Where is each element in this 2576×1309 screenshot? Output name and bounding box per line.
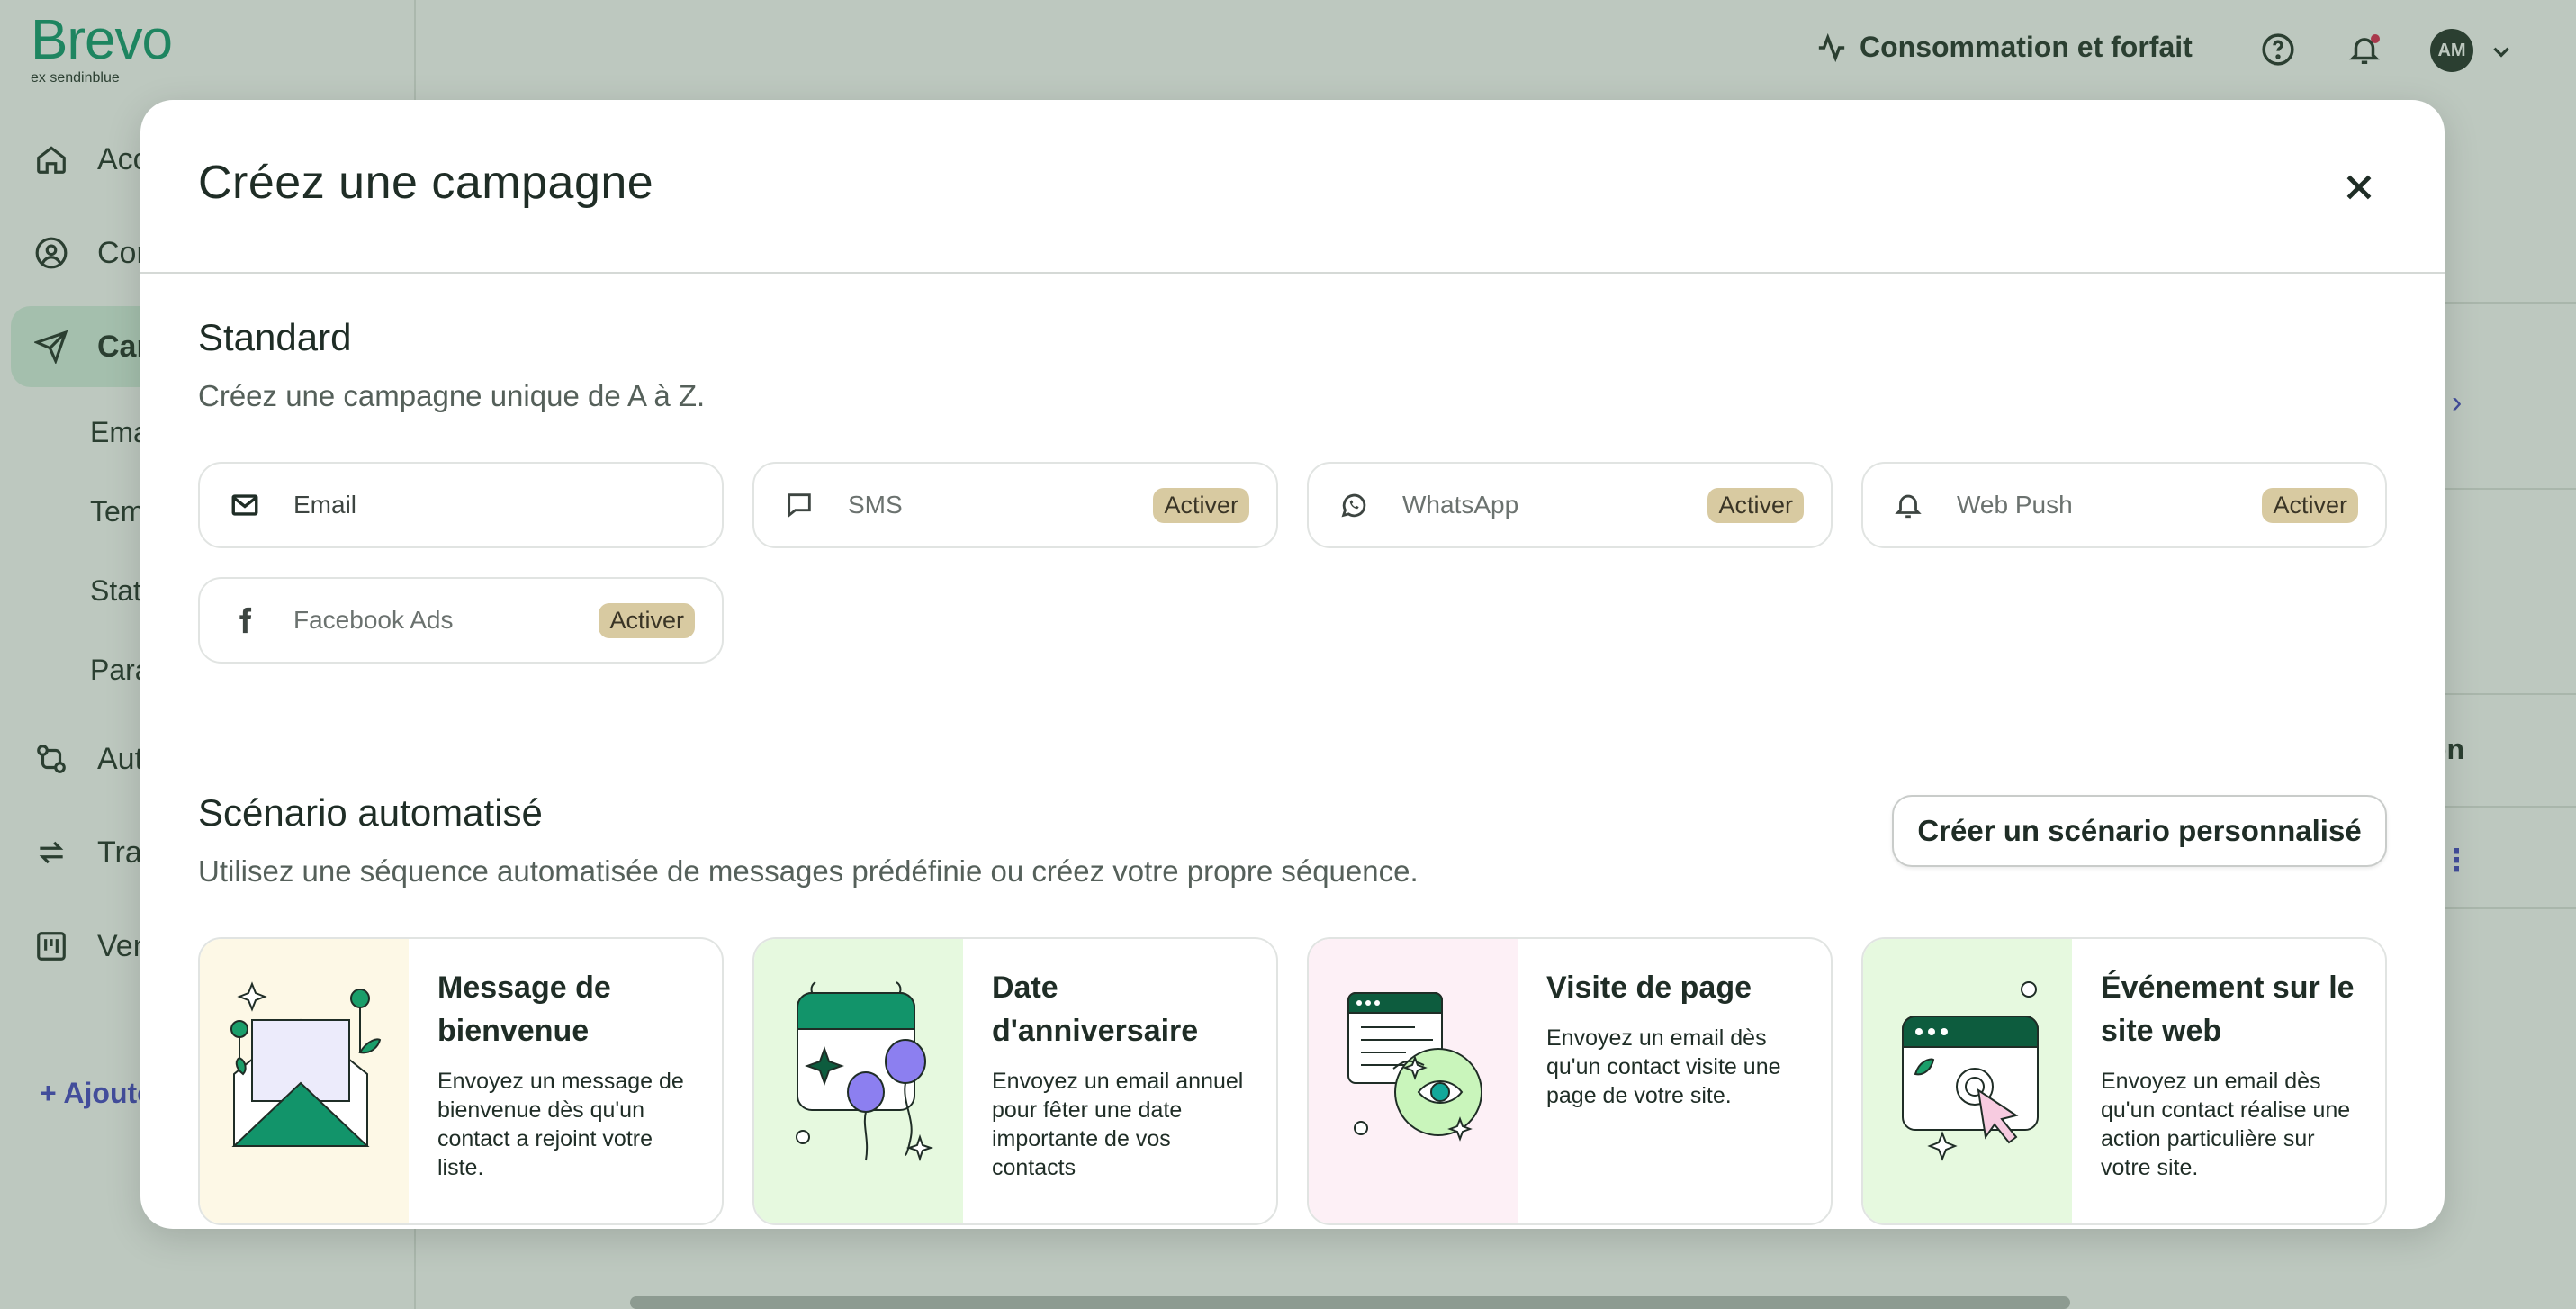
website-event-cursor-illustration — [1863, 939, 2072, 1223]
whatsapp-icon — [1336, 487, 1372, 523]
welcome-envelope-illustration — [200, 939, 409, 1223]
standard-section-title: Standard — [198, 316, 352, 358]
scenario-title: Événement sur le site web — [2101, 970, 2355, 1048]
channel-facebook-ads[interactable]: Facebook Ads Activer — [198, 577, 724, 664]
create-custom-scenario-button[interactable]: Créer un scénario personnalisé — [1892, 795, 2387, 867]
scenario-title: Visite de page — [1546, 970, 1752, 1005]
channel-email[interactable]: Email — [198, 462, 724, 548]
page-visit-eye-illustration — [1309, 939, 1518, 1223]
close-icon — [2346, 175, 2372, 200]
channel-web-push[interactable]: Web Push Activer — [1861, 462, 2387, 548]
envelope-icon — [227, 487, 263, 523]
channel-label: Facebook Ads — [293, 606, 454, 634]
birthday-calendar-illustration — [754, 939, 963, 1223]
activate-badge[interactable]: Activer — [2262, 487, 2358, 523]
automated-section-title: Scénario automatisé — [198, 791, 543, 834]
scenario-card-website-event[interactable]: Événement sur le site web Envoyez un ema… — [1861, 937, 2387, 1225]
scenario-card-page-visit[interactable]: Visite de page Envoyez un email dès qu'u… — [1307, 937, 1833, 1225]
scenario-card-welcome[interactable]: Message de bienvenue Envoyez un message … — [198, 937, 724, 1225]
close-button[interactable] — [2337, 165, 2382, 210]
scenario-card-birthday[interactable]: Date d'anniversaire Envoyez un email ann… — [752, 937, 1278, 1225]
channel-label: WhatsApp — [1402, 491, 1519, 519]
channel-label: Email — [293, 491, 357, 519]
activate-badge[interactable]: Activer — [1153, 487, 1249, 523]
create-campaign-modal: Créez une campagne Standard Créez une ca… — [140, 100, 2445, 1229]
scenario-title: Message de bienvenue — [437, 970, 611, 1048]
modal-title: Créez une campagne — [198, 157, 654, 209]
standard-section-description: Créez une campagne unique de A à Z. — [198, 379, 706, 412]
chat-bubble-icon — [781, 487, 817, 523]
channel-label: Web Push — [1957, 491, 2073, 519]
activate-badge[interactable]: Activer — [599, 602, 695, 638]
scenario-title: Date d'anniversaire — [992, 970, 1199, 1048]
activate-badge[interactable]: Activer — [1707, 487, 1804, 523]
channel-sms[interactable]: SMS Activer — [752, 462, 1278, 548]
scenario-description: Envoyez un email annuel pour fêter une d… — [992, 1069, 1244, 1180]
scenario-description: Envoyez un email dès qu'un contact réali… — [2101, 1069, 2351, 1180]
scenario-description: Envoyez un email dès qu'un contact visit… — [1546, 1025, 1781, 1108]
bell-icon — [1890, 487, 1926, 523]
automated-section-description: Utilisez une séquence automatisée de mes… — [198, 854, 1419, 888]
scenario-description: Envoyez un message de bienvenue dès qu'u… — [437, 1069, 684, 1180]
channel-label: SMS — [848, 491, 903, 519]
modal-divider — [140, 272, 2445, 274]
channel-whatsapp[interactable]: WhatsApp Activer — [1307, 462, 1833, 548]
facebook-icon — [227, 602, 263, 638]
